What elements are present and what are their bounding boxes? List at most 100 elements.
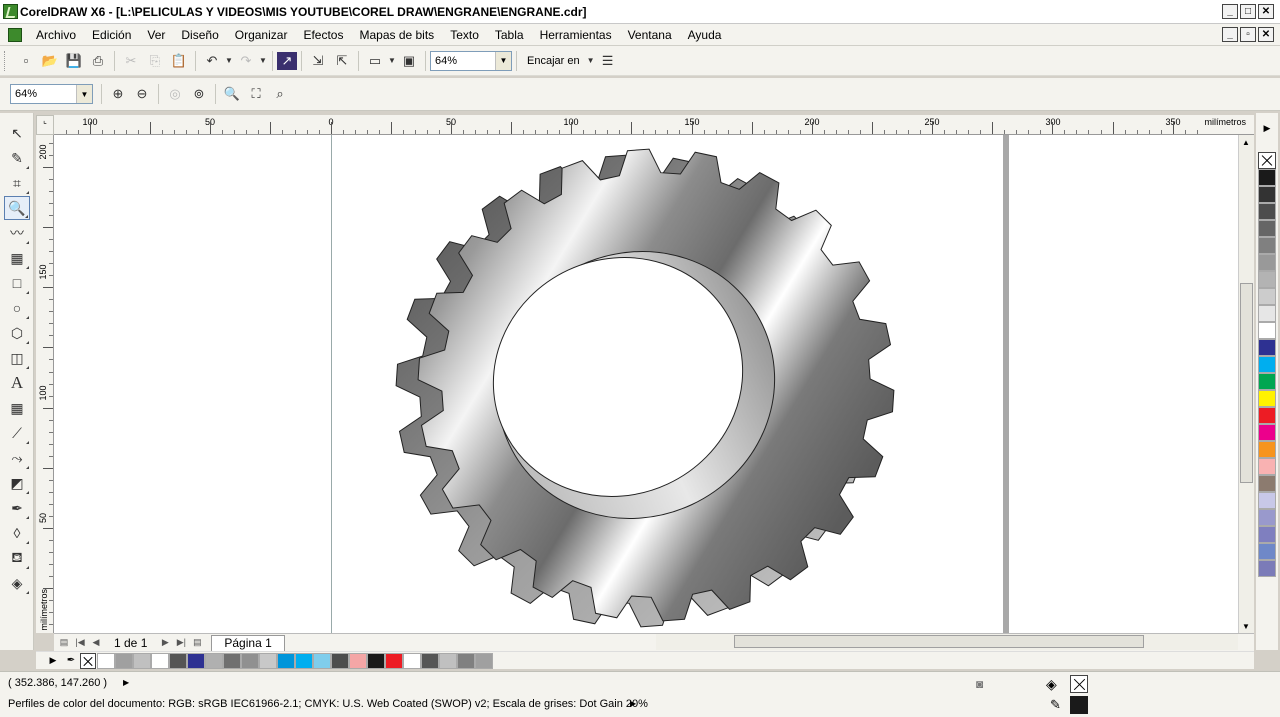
color-swatch[interactable] xyxy=(1258,509,1276,526)
polygon-tool-icon[interactable]: ⬡ xyxy=(4,321,30,345)
color-swatch[interactable] xyxy=(1258,339,1276,356)
color-swatch[interactable] xyxy=(1258,220,1276,237)
paste-icon[interactable]: 📋 xyxy=(167,50,191,72)
doc-color-swatch[interactable] xyxy=(313,652,331,669)
color-swatch[interactable] xyxy=(1258,373,1276,390)
dimension-tool-icon[interactable]: ⟋ xyxy=(4,421,30,445)
fill-tool-icon[interactable]: ⛾ xyxy=(4,546,30,570)
snap-status-icon[interactable]: ◙ xyxy=(976,677,983,691)
zoom-to-page-height-icon[interactable]: ⌕ xyxy=(268,83,292,105)
export-icon[interactable]: ⇱ xyxy=(330,50,354,72)
zoom-in-icon[interactable]: ⊕ xyxy=(106,83,130,105)
outline-indicator-icon[interactable]: ✎ xyxy=(1050,697,1061,713)
add-page-after-icon[interactable]: ▤ xyxy=(189,637,205,648)
last-page-icon[interactable]: ▶| xyxy=(173,637,189,648)
doc-color-swatch[interactable] xyxy=(277,652,295,669)
previous-page-icon[interactable]: ◀ xyxy=(88,637,104,648)
add-page-before-icon[interactable]: ▤ xyxy=(56,637,72,648)
doc-color-swatch[interactable] xyxy=(169,652,187,669)
drawing-canvas[interactable] xyxy=(54,135,1238,633)
menu-ventana[interactable]: Ventana xyxy=(620,28,680,42)
next-page-icon[interactable]: ▶ xyxy=(157,637,173,648)
color-swatch[interactable] xyxy=(1258,186,1276,203)
application-launcher-icon[interactable]: ▭ xyxy=(363,50,387,72)
undo-icon[interactable]: ↶ xyxy=(200,50,224,72)
ruler-origin[interactable]: ⌞ xyxy=(36,115,54,135)
coreldraw-app-icon[interactable] xyxy=(3,4,18,19)
doc-color-swatch[interactable] xyxy=(187,652,205,669)
zoom-level-combo[interactable]: 64% ▼ xyxy=(430,50,512,71)
menu-diseno[interactable]: Diseño xyxy=(173,28,226,42)
color-swatch[interactable] xyxy=(1258,288,1276,305)
fill-color-swatch[interactable] xyxy=(1070,675,1088,693)
doc-color-swatch[interactable] xyxy=(115,652,133,669)
color-swatch[interactable] xyxy=(1258,390,1276,407)
horizontal-scrollbar[interactable] xyxy=(656,634,1238,650)
doc-no-fill-swatch[interactable] xyxy=(80,652,96,669)
zoom-to-page-icon[interactable]: 🔍 xyxy=(220,83,244,105)
search-content-icon[interactable]: ↗ xyxy=(277,51,297,70)
chevron-down-icon[interactable]: ▼ xyxy=(76,85,92,103)
menu-efectos[interactable]: Efectos xyxy=(295,28,351,42)
horizontal-ruler[interactable]: 100 50 0 50 100 150 200 250 300 350 milí… xyxy=(54,115,1254,135)
menu-ver[interactable]: Ver xyxy=(139,28,173,42)
doc-restore-button[interactable]: ▫ xyxy=(1240,27,1256,42)
color-swatch[interactable] xyxy=(1258,271,1276,288)
snap-to-label[interactable]: Encajar en xyxy=(527,55,580,67)
blend-tool-icon[interactable]: ◩ xyxy=(4,471,30,495)
zoom-to-page-width-icon[interactable]: ⛶ xyxy=(244,83,268,105)
color-swatch[interactable] xyxy=(1258,169,1276,186)
smart-fill-tool-icon[interactable]: ▦ xyxy=(4,246,30,270)
color-swatch[interactable] xyxy=(1258,322,1276,339)
vertical-ruler[interactable]: 200 150 100 50 milímetros xyxy=(36,135,54,633)
menu-organizar[interactable]: Organizar xyxy=(227,28,296,42)
doc-color-swatch[interactable] xyxy=(421,652,439,669)
open-folder-icon[interactable]: 📂 xyxy=(38,50,62,72)
doc-minimize-button[interactable]: _ xyxy=(1222,27,1238,42)
eyedropper-icon[interactable]: ✒ xyxy=(62,655,80,666)
shape-tool-icon[interactable]: ✎ xyxy=(4,146,30,170)
gear-drawing[interactable] xyxy=(54,135,1238,633)
palette-flyout-icon[interactable]: ▶ xyxy=(1256,123,1278,134)
doc-color-swatch[interactable] xyxy=(205,652,223,669)
eyedropper-tool-icon[interactable]: ✒ xyxy=(4,496,30,520)
menu-herramientas[interactable]: Herramientas xyxy=(532,28,620,42)
gear-shape[interactable] xyxy=(395,148,895,628)
table-tool-icon[interactable]: ▦ xyxy=(4,396,30,420)
doc-color-swatch[interactable] xyxy=(295,652,313,669)
menu-tabla[interactable]: Tabla xyxy=(487,28,532,42)
outline-color-swatch[interactable] xyxy=(1070,696,1088,714)
vertical-scroll-thumb[interactable] xyxy=(1240,283,1253,483)
undo-dropdown-icon[interactable]: ▼ xyxy=(224,56,234,65)
color-swatch[interactable] xyxy=(1258,475,1276,492)
zoom-to-selected-icon[interactable]: ◎ xyxy=(163,83,187,105)
toolbar-grip[interactable] xyxy=(4,50,8,71)
snap-dropdown-icon[interactable]: ▼ xyxy=(586,56,596,65)
doc-color-swatch[interactable] xyxy=(457,652,475,669)
doc-color-swatch[interactable] xyxy=(259,652,277,669)
print-icon[interactable]: ⎙ xyxy=(86,50,110,72)
menu-mapas-de-bits[interactable]: Mapas de bits xyxy=(351,28,442,42)
cut-icon[interactable]: ✂ xyxy=(119,50,143,72)
zoom-out-icon[interactable]: ⊖ xyxy=(130,83,154,105)
zoom-tool-icon[interactable]: 🔍 xyxy=(4,196,30,220)
freehand-tool-icon[interactable]: 〰 xyxy=(4,221,30,245)
doc-color-swatch[interactable] xyxy=(475,652,493,669)
color-swatch[interactable] xyxy=(1258,237,1276,254)
menu-ayuda[interactable]: Ayuda xyxy=(680,28,730,42)
redo-dropdown-icon[interactable]: ▼ xyxy=(258,56,268,65)
redo-icon[interactable]: ↷ xyxy=(234,50,258,72)
doc-color-swatch[interactable] xyxy=(223,652,241,669)
outline-tool-icon[interactable]: ◊ xyxy=(4,521,30,545)
doc-color-swatch[interactable] xyxy=(97,652,115,669)
scroll-down-icon[interactable]: ▼ xyxy=(1239,619,1253,633)
options-icon[interactable]: ☰ xyxy=(596,50,620,72)
doc-color-swatch[interactable] xyxy=(151,652,169,669)
doc-color-swatch[interactable] xyxy=(385,652,403,669)
fill-indicator-icon[interactable]: ◈ xyxy=(1046,676,1057,693)
vertical-scrollbar[interactable]: ▲ ▼ xyxy=(1238,135,1254,633)
coords-flyout-icon[interactable]: ▶ xyxy=(123,678,129,687)
doc-color-swatch[interactable] xyxy=(349,652,367,669)
color-swatch[interactable] xyxy=(1258,526,1276,543)
no-fill-swatch[interactable] xyxy=(1258,152,1276,169)
